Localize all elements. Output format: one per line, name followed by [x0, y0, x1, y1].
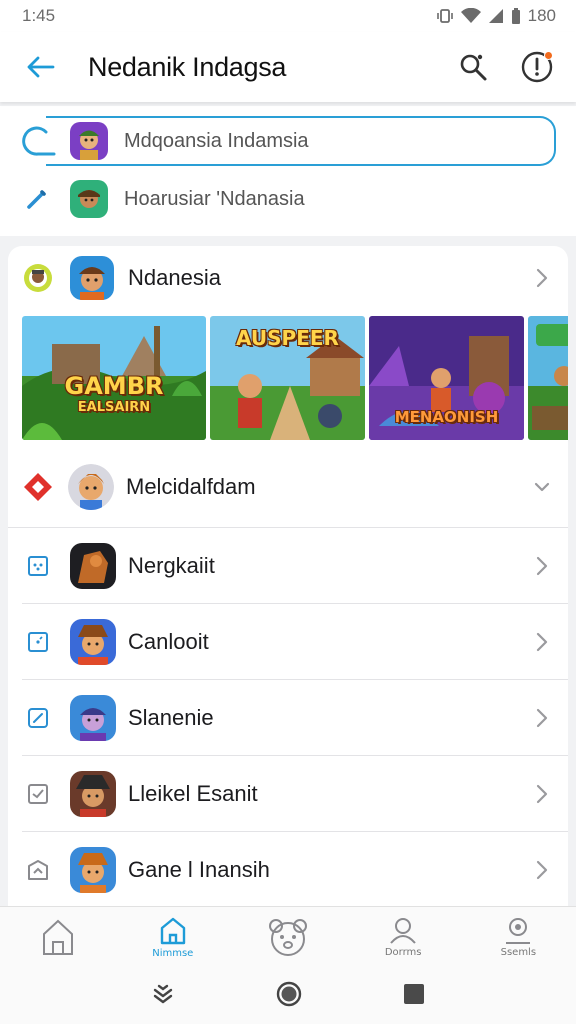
list-item[interactable]: Lleikel Esanit [22, 756, 568, 832]
back-system-button[interactable] [402, 982, 426, 1011]
nav-settings[interactable]: Ssemls [468, 917, 568, 958]
back-button[interactable] [20, 47, 60, 87]
card-title: GAMBR [64, 372, 164, 400]
search-query-text: Mdqoansia Indamsia [124, 129, 309, 152]
page-title: Nedanik Indagsa [88, 51, 287, 82]
list-item[interactable]: Nergkaiit [22, 528, 568, 604]
list-header-row[interactable]: Melcidalfdam [8, 446, 568, 528]
game-avatar-hero [68, 463, 114, 510]
nav-home[interactable] [8, 918, 108, 958]
suggestion-text: Hoarusiar 'Ndanasia [124, 187, 305, 210]
home-system-button[interactable] [275, 980, 303, 1013]
list-item[interactable]: Gane l Inansih [22, 832, 568, 908]
chevron-right-icon [530, 858, 554, 882]
bear-face-icon [268, 918, 307, 956]
list-header-label: Melcidalfdam [126, 473, 256, 499]
game-avatar [70, 770, 116, 817]
status-icons: 180 [436, 6, 556, 26]
featured-header-row[interactable]: Ndanesia [8, 246, 568, 310]
game-avatar-green [70, 180, 108, 218]
list-item-label: Slanenie [128, 704, 214, 730]
carousel-card[interactable] [528, 316, 568, 440]
game-avatar [70, 846, 116, 893]
person-icon [390, 918, 416, 944]
layers-icon [153, 984, 172, 1003]
list-item-label: Lleikel Esanit [128, 780, 258, 806]
nav-settings-label: Ssemls [500, 947, 537, 958]
search-input[interactable]: Mdqoansia Indamsia [46, 116, 556, 166]
featured-section: Ndanesia GAMBR EALSAIRN AUSPEER MENAONIS… [8, 246, 568, 446]
status-time: 1:45 [22, 6, 56, 25]
featured-carousel[interactable]: GAMBR EALSAIRN AUSPEER MENAONISH [8, 310, 568, 446]
nav-mascot[interactable] [238, 917, 338, 959]
diamond-icon [22, 471, 54, 503]
chevron-right-icon [530, 554, 554, 578]
battery-text: 180 [527, 6, 556, 25]
game-avatar-purple [70, 122, 108, 160]
search-suggestion[interactable]: Hoarusiar 'Ndanasia [22, 174, 556, 224]
notification-dot [544, 51, 553, 60]
signal-icon [488, 9, 503, 23]
card-title: MENAONISH [394, 408, 499, 426]
chart-square-icon [22, 854, 54, 886]
game-avatar [70, 618, 116, 665]
chevron-right-icon [530, 630, 554, 654]
chevron-right-icon [530, 266, 554, 290]
nav-games-label: Nimmse [152, 948, 194, 959]
edit-square-icon [22, 702, 54, 734]
account-icon [506, 918, 531, 944]
smiley-badge-icon [22, 262, 54, 294]
nav-profile-label: Dorrms [384, 947, 422, 958]
pencil-icon [27, 190, 46, 209]
card-title: AUSPEER [236, 326, 339, 350]
carousel-card[interactable]: GAMBR EALSAIRN [22, 316, 206, 440]
house-badge-icon [160, 917, 185, 945]
alert-button[interactable] [516, 46, 558, 88]
game-avatar [70, 542, 116, 589]
list-item-label: Gane l Inansih [128, 856, 270, 882]
arrow-left-icon [27, 56, 55, 78]
featured-label: Ndanesia [128, 265, 221, 290]
carousel-card[interactable]: MENAONISH [369, 316, 524, 440]
list-item[interactable]: Slanenie [22, 680, 568, 756]
checkbox-icon [22, 778, 54, 810]
wifi-icon [460, 8, 481, 23]
square-dot-icon [22, 626, 54, 658]
recents-button[interactable] [150, 981, 176, 1012]
status-bar: 1:45 180 [0, 0, 576, 32]
nav-profile[interactable]: Dorrms [353, 917, 453, 958]
game-avatar-adventurer [70, 256, 114, 300]
card-subtitle: EALSAIRN [77, 400, 151, 415]
battery-icon [511, 7, 520, 24]
system-navigation [0, 968, 576, 1024]
bottom-navigation: Nimmse Dorrms Ssemls [0, 906, 576, 968]
carousel-card[interactable]: AUSPEER [210, 316, 365, 440]
vibrate-icon [436, 9, 453, 23]
list-item-label: Canlooit [128, 628, 209, 654]
search-icon [460, 54, 487, 81]
list-item-label: Nergkaiit [128, 552, 215, 578]
search-panel: Mdqoansia Indamsia Hoarusiar 'Ndanasia [0, 106, 576, 236]
chevron-right-icon [530, 782, 554, 806]
square-dots-icon [22, 550, 54, 582]
game-list: Melcidalfdam Nergkaiit Canlooit Slanenie… [8, 446, 568, 908]
nav-games[interactable]: Nimmse [123, 916, 223, 959]
app-bar: Nedanik Indagsa [0, 32, 576, 102]
circle-home-icon [276, 981, 302, 1006]
game-avatar [70, 694, 116, 741]
search-button[interactable] [452, 46, 494, 88]
chevron-down-icon [530, 475, 554, 499]
home-icon [42, 919, 73, 955]
square-stop-icon [404, 983, 425, 1004]
chevron-right-icon [530, 706, 554, 730]
list-item[interactable]: Canlooit [22, 604, 568, 680]
